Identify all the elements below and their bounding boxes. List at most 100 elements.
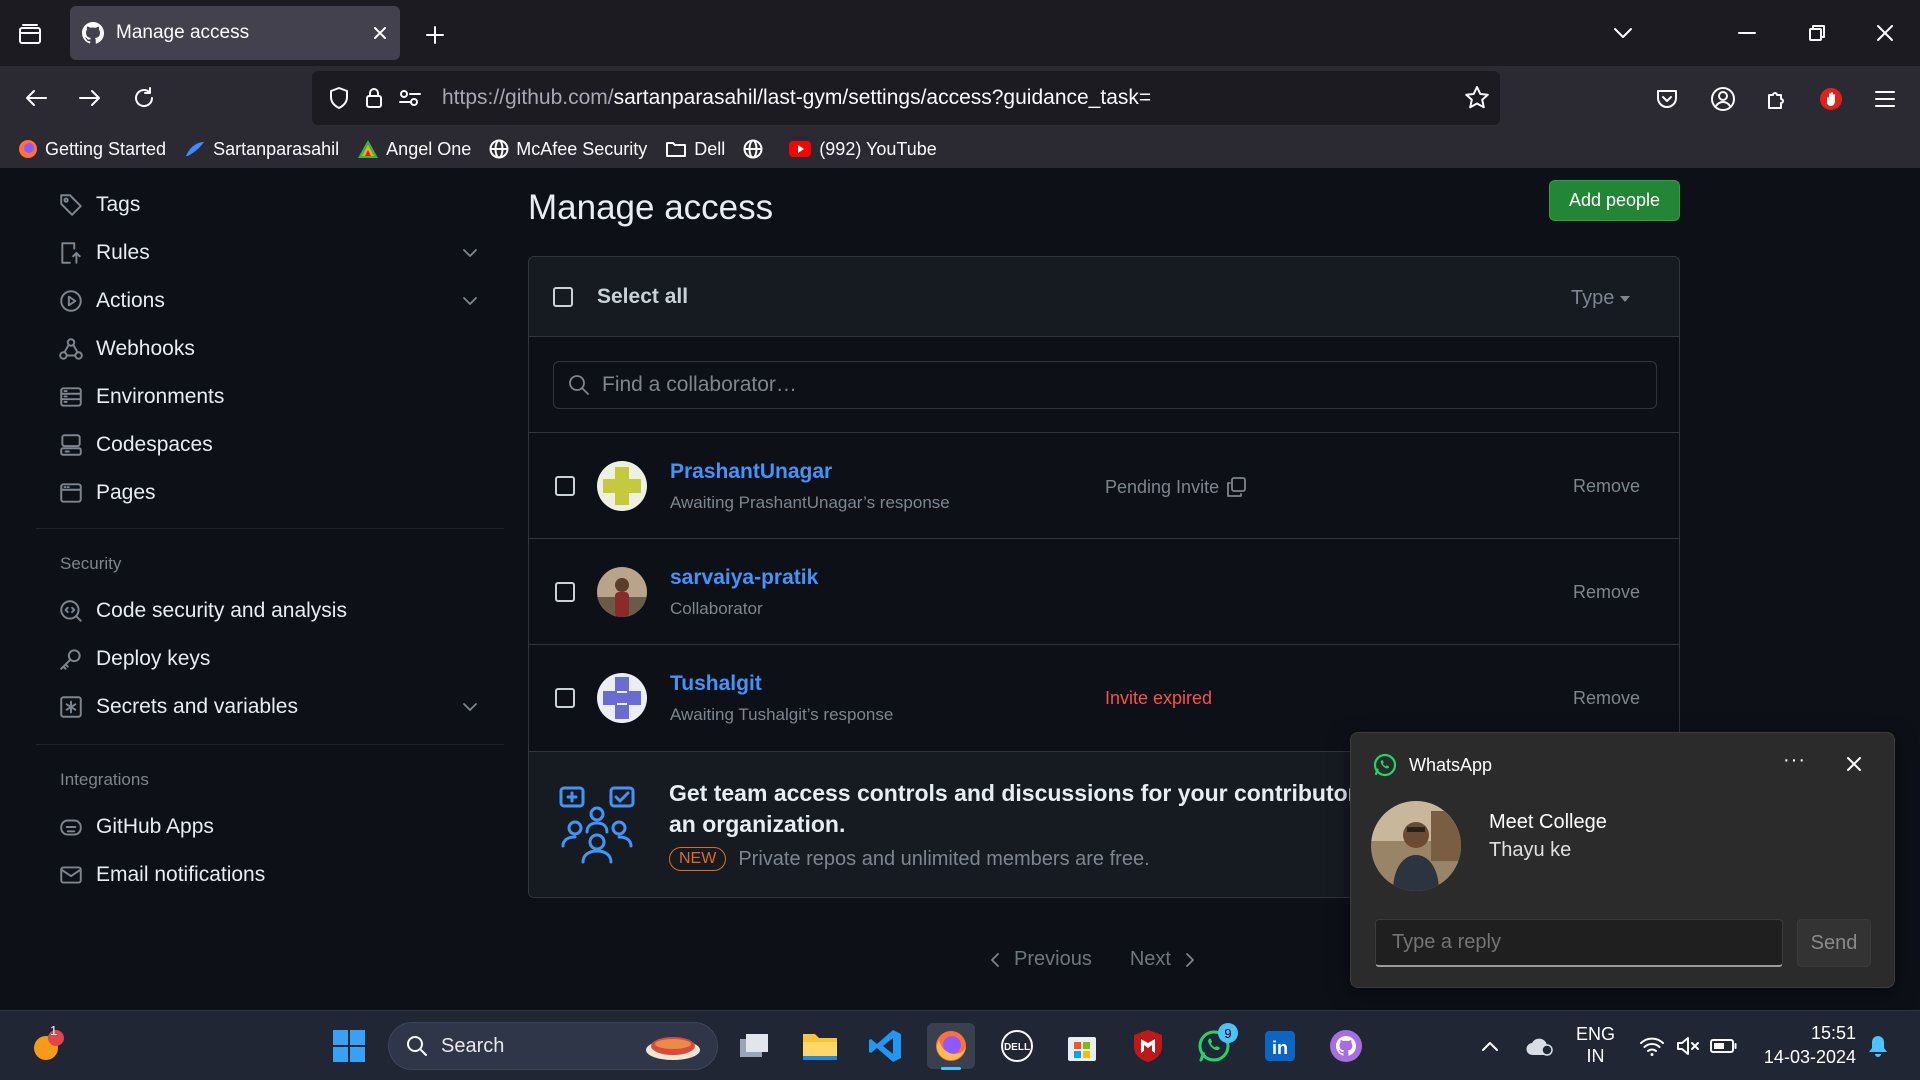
firefox-taskbar-icon[interactable] [927,1023,975,1070]
bookmark-mcafee[interactable]: McAfee Security [489,139,647,160]
copy-icon[interactable] [1225,476,1247,498]
clock[interactable]: 15:51 14-03-2024 [1756,1021,1856,1069]
file-explorer-icon[interactable] [796,1023,844,1069]
battery-icon[interactable] [1700,1023,1748,1069]
whatsapp-taskbar-icon[interactable]: 9 [1190,1023,1238,1069]
sidebar-item-codespaces[interactable]: Codespaces [58,432,478,458]
sidebar-item-tags[interactable]: Tags [58,192,478,218]
close-window-icon[interactable] [1868,16,1902,50]
vscode-icon[interactable] [861,1023,909,1069]
reply-input[interactable] [1392,931,1772,954]
taskbar-search[interactable]: Search [388,1022,718,1070]
more-options-icon[interactable]: ··· [1783,749,1806,772]
sidebar-item-pages[interactable]: Pages [58,480,478,506]
collaborator-name-link[interactable]: PrashantUnagar [670,460,832,484]
github-favicon-icon [82,22,104,44]
mcafee-icon[interactable] [1124,1023,1172,1069]
dell-icon[interactable]: DELL [993,1023,1041,1069]
next-page-button[interactable]: Next [1130,948,1171,971]
bookmark-star-icon[interactable] [1464,85,1490,111]
bookmark-label: Getting Started [45,138,167,159]
chevron-right-icon [1185,952,1195,968]
github-desktop-icon[interactable] [1322,1023,1370,1069]
row-checkbox[interactable] [555,582,575,602]
search-input[interactable] [602,373,1602,397]
search-icon [568,374,590,396]
send-button[interactable]: Send [1797,919,1871,967]
task-view-icon[interactable] [730,1023,778,1069]
add-people-button[interactable]: Add people [1549,180,1680,221]
collaborator-name-link[interactable]: sarvaiya-pratik [670,566,818,590]
type-filter-dropdown[interactable]: Type [1571,287,1631,310]
select-all-label: Select all [597,285,689,308]
minimize-window-icon[interactable] [1730,16,1764,50]
sender-name: Meet College [1489,811,1607,833]
microsoft-store-icon[interactable] [1058,1023,1106,1069]
remove-button[interactable]: Remove [1573,688,1640,709]
account-icon[interactable] [1706,82,1740,116]
bookmark-getting-started[interactable]: Getting Started [18,139,166,160]
sidebar-item-webhooks[interactable]: Webhooks [58,336,478,362]
sidebar-item-rules[interactable]: Rules [58,240,478,266]
previous-page-button[interactable]: Previous [1014,948,1092,971]
remove-button[interactable]: Remove [1573,476,1640,497]
globe-icon [743,139,763,159]
chevron-down-icon[interactable] [462,248,478,258]
list-tabs-chevron-down-icon[interactable] [1608,18,1638,48]
remove-button[interactable]: Remove [1573,582,1640,603]
show-hidden-icons-chevron-up-icon[interactable] [1466,1023,1514,1069]
input-language-indicator[interactable]: ENG IN [1576,1023,1615,1067]
onedrive-cloud-icon[interactable] [1516,1023,1564,1069]
bookmark-globe[interactable] [743,139,770,159]
sidebar-item-code-security[interactable]: Code security and analysis [58,598,478,624]
close-tab-icon[interactable] [372,25,388,41]
url-text[interactable]: https://github.com/sartanparasahil/last-… [442,86,1151,110]
row-checkbox[interactable] [555,688,575,708]
row-checkbox[interactable] [555,476,575,496]
extensions-puzzle-icon[interactable] [1760,82,1794,116]
adblock-extension-icon[interactable] [1814,82,1848,116]
find-collaborator-field[interactable] [553,361,1657,409]
widgets-weather-icon[interactable]: 1 [24,1023,72,1069]
notification-bell-icon[interactable] [1854,1023,1902,1069]
start-windows-icon[interactable] [325,1023,373,1069]
play-icon [58,288,84,314]
reload-icon[interactable] [128,82,160,114]
sidebar-item-github-apps[interactable]: GitHub Apps [58,814,478,840]
url-bar[interactable]: https://github.com/sartanparasahil/last-… [312,71,1500,125]
sidebar-item-environments[interactable]: Environments [58,384,478,410]
avatar [597,673,647,723]
new-tab-icon[interactable] [420,20,450,50]
type-filter-label: Type [1571,287,1615,309]
collaborator-name-link[interactable]: Tushalgit [670,672,762,696]
close-icon[interactable] [1845,755,1863,773]
browser-nav-bar: https://github.com/sartanparasahil/last-… [0,66,1920,130]
linkedin-icon[interactable]: in [1256,1023,1304,1069]
chevron-down-icon[interactable] [462,296,478,306]
bookmark-sartanparasahil[interactable]: Sartanparasahil [184,139,339,160]
lock-icon[interactable] [364,86,384,110]
sidebar-item-secrets[interactable]: Secrets and variables [58,694,478,720]
menu-hamburger-icon[interactable] [1868,82,1902,116]
pocket-icon[interactable] [1650,82,1684,116]
reply-field[interactable] [1375,919,1783,967]
sidebar-item-deploy-keys[interactable]: Deploy keys [58,646,478,672]
people-icon [557,784,637,866]
permissions-icon[interactable] [398,88,422,108]
tracking-shield-icon[interactable] [328,86,350,110]
bookmark-youtube[interactable]: (992) YouTube [788,139,937,160]
bookmark-folder-dell[interactable]: Dell [665,139,725,160]
sidebar-item-actions[interactable]: Actions [58,288,478,314]
select-all-checkbox[interactable] [553,287,573,307]
bookmark-label: Dell [694,138,726,159]
whatsapp-unread-badge: 9 [1218,1023,1238,1043]
back-arrow-icon[interactable] [20,82,52,114]
tab-overview-icon[interactable] [14,18,46,50]
restore-window-icon[interactable] [1800,16,1834,50]
toast-app-name: WhatsApp [1409,755,1493,775]
browser-tab-active[interactable]: Manage access [70,6,400,60]
chevron-down-icon[interactable] [462,702,478,712]
bookmark-angel-one[interactable]: Angel One [357,139,471,160]
forward-arrow-icon[interactable] [74,82,106,114]
sidebar-item-email-notifications[interactable]: Email notifications [58,862,478,888]
